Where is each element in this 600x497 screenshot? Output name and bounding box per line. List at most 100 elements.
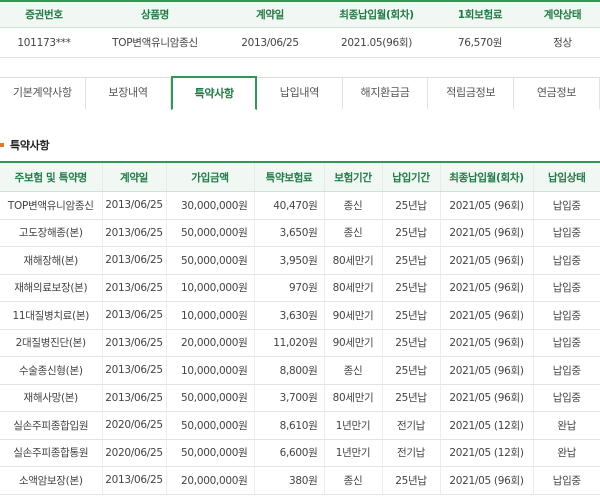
rider-cell: 3,630원	[253, 301, 324, 330]
rider-cell: 납입중	[532, 219, 600, 247]
rider-cell: 90세만기	[323, 301, 382, 330]
rider-cell: 납입중	[532, 274, 600, 302]
rider-cell: 80세만기	[323, 274, 382, 302]
rider-cell: 20,000,000원	[165, 329, 254, 357]
tab-5[interactable]: 해지환급금	[342, 77, 429, 109]
rider-cell: 20,000,000원	[165, 466, 254, 495]
rider-header-cell: 계약일	[101, 161, 166, 192]
tab-7[interactable]: 연금정보	[514, 77, 600, 109]
rider-cell: 2013/06/25	[101, 219, 166, 247]
rider-cell: 40,470원	[253, 191, 324, 220]
table-row: 고도장해종(본) 2013/06/25 50,000,000원 3,650원 종신 25년…	[0, 219, 600, 247]
rider-cell: 1년만기	[323, 411, 382, 440]
rider-cell: 970원	[253, 274, 324, 302]
section-title-text: 특약사항	[10, 139, 50, 152]
rider-cell: 2대질병진단(본)	[0, 329, 102, 357]
rider-cell: 실손주피종합입원	[0, 411, 102, 440]
rider-cell: 8,800원	[253, 356, 324, 385]
rider-cell: 납입중	[532, 191, 600, 220]
rider-cell: 50,000,000원	[165, 219, 254, 247]
rider-cell: 8,610원	[253, 411, 324, 440]
summary-cell: 101173***	[0, 27, 88, 58]
rider-cell: 2021/05 (96회)	[439, 329, 533, 357]
rider-cell: 2013/06/25	[101, 246, 166, 275]
tab-3[interactable]: 특약사항	[171, 76, 258, 110]
summary-header-row: 증권번호 상품명 계약일 최종납입월(회차) 1회보험료 계약상태	[0, 0, 600, 28]
rider-cell: 소액암보장(본)	[0, 466, 102, 495]
summary-cell: 정상	[525, 27, 600, 58]
rider-cell: 2021/05 (96회)	[439, 191, 533, 220]
summary-header-cell: 계약일	[222, 0, 318, 28]
table-row: 재해의료보장(본) 2013/06/25 10,000,000원 970원 80세만기 2…	[0, 274, 600, 302]
rider-cell: 2013/06/25	[101, 301, 166, 330]
rider-cell: 2021/05 (96회)	[439, 274, 533, 302]
rider-cell: 2013/06/25	[101, 384, 166, 412]
rider-cell: 2013/06/25	[101, 329, 166, 357]
rider-cell: 납입중	[532, 384, 600, 412]
rider-cell: 1년만기	[323, 439, 382, 467]
rider-cell: 납입중	[532, 246, 600, 275]
tab-1[interactable]: 기본계약사항	[0, 77, 86, 109]
rider-header-cell: 특약보험료	[253, 161, 324, 192]
rider-cell: 2013/06/25	[101, 274, 166, 302]
summary-header-cell: 증권번호	[0, 0, 88, 28]
rider-header-cell: 가입금액	[165, 161, 254, 192]
summary-cell: 76,570원	[435, 27, 525, 58]
rider-header-cell: 보험기간	[323, 161, 382, 192]
table-row: 실손주피종합입원 2020/06/25 50,000,000원 8,610원 1년만기 전…	[0, 411, 600, 440]
rider-cell: 80세만기	[323, 246, 382, 275]
tab-2[interactable]: 보장내역	[85, 77, 172, 109]
rider-cell: 2013/06/25	[101, 466, 166, 495]
rider-table: 주보험 및 특약명 계약일 가입금액 특약보험료 보험기간 납입기간 최종납입월(회차) 납입…	[0, 161, 600, 495]
summary-header-cell: 최종납입월(회차)	[318, 0, 435, 28]
rider-cell: 재해의료보장(본)	[0, 274, 102, 302]
rider-cell: 2020/06/25	[101, 439, 166, 467]
rider-cell: 납입중	[532, 301, 600, 330]
rider-cell: 2021/05 (96회)	[439, 466, 533, 495]
summary-cell: 2021.05(96회)	[318, 27, 435, 58]
rider-cell: 11대질병치료(본)	[0, 301, 102, 330]
rider-cell: 25년납	[381, 301, 440, 330]
rider-cell: 수술종신형(본)	[0, 356, 102, 385]
table-row: 11대질병치료(본) 2013/06/25 10,000,000원 3,630원 90세…	[0, 301, 600, 330]
section-title: 특약사항	[0, 137, 50, 153]
rider-cell: TOP변액유니암종신	[0, 191, 102, 220]
rider-cell: 3,950원	[253, 246, 324, 275]
rider-cell: 전기납	[381, 439, 440, 467]
rider-cell: 11,020원	[253, 329, 324, 357]
rider-cell: 2013/06/25	[101, 356, 166, 385]
rider-cell: 10,000,000원	[165, 274, 254, 302]
rider-header-row: 주보험 및 특약명 계약일 가입금액 특약보험료 보험기간 납입기간 최종납입월(회차) 납입…	[0, 161, 600, 192]
rider-cell: 2021/05 (12회)	[439, 439, 533, 467]
rider-cell: 25년납	[381, 466, 440, 495]
rider-cell: 80세만기	[323, 384, 382, 412]
summary-row: 101173*** TOP변액유니암종신 2013/06/25 2021.05(96회…	[0, 27, 600, 58]
rider-cell: 50,000,000원	[165, 384, 254, 412]
rider-cell: 2020/06/25	[101, 411, 166, 440]
rider-cell: 25년납	[381, 191, 440, 220]
rider-cell: 납입중	[532, 329, 600, 357]
rider-header-cell: 주보험 및 특약명	[0, 161, 102, 192]
rider-cell: 재해사망(본)	[0, 384, 102, 412]
rider-cell: 2021/05 (12회)	[439, 411, 533, 440]
table-row: 2대질병진단(본) 2013/06/25 20,000,000원 11,020원 90세…	[0, 329, 600, 357]
rider-cell: 25년납	[381, 219, 440, 247]
tab-6[interactable]: 적립금정보	[428, 77, 515, 109]
rider-cell: 전기납	[381, 411, 440, 440]
summary-header-cell: 1회보험료	[435, 0, 525, 28]
rider-cell: 고도장해종(본)	[0, 219, 102, 247]
rider-cell: 25년납	[381, 384, 440, 412]
summary-cell: TOP변액유니암종신	[88, 27, 222, 58]
rider-cell: 2021/05 (96회)	[439, 219, 533, 247]
rider-cell: 2021/05 (96회)	[439, 301, 533, 330]
tab-4[interactable]: 납입내역	[257, 77, 343, 109]
rider-cell: 50,000,000원	[165, 246, 254, 275]
table-row: 실손주피종합통원 2020/06/25 50,000,000원 6,600원 1년만기 전…	[0, 439, 600, 467]
rider-cell: 50,000,000원	[165, 411, 254, 440]
rider-cell: 25년납	[381, 356, 440, 385]
rider-cell: 25년납	[381, 246, 440, 275]
rider-header-cell: 최종납입월(회차)	[439, 161, 533, 192]
rider-cell: 30,000,000원	[165, 191, 254, 220]
rider-cell: 50,000,000원	[165, 439, 254, 467]
rider-cell: 3,700원	[253, 384, 324, 412]
